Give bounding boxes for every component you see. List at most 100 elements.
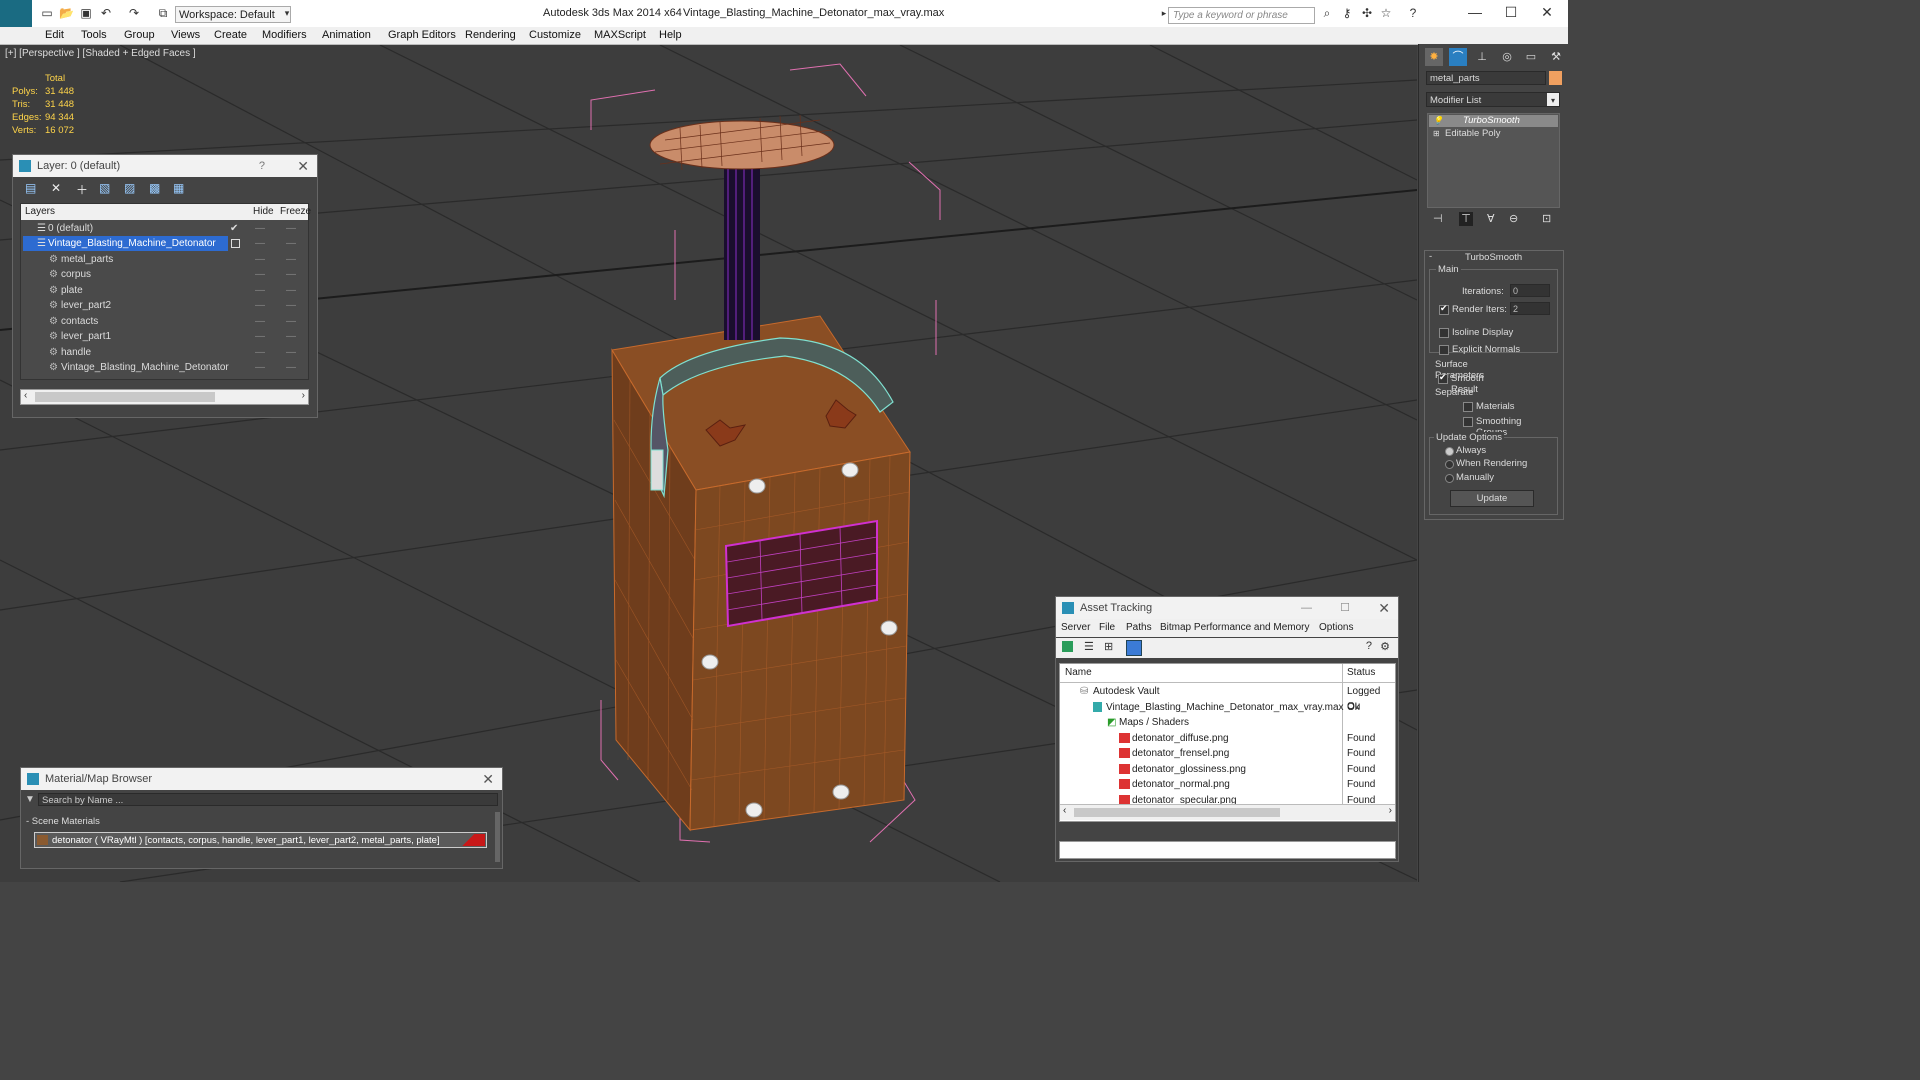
project-folder-icon[interactable]: ⧉: [156, 6, 170, 20]
menu-tools[interactable]: Tools: [81, 29, 107, 41]
app-logo-icon[interactable]: [0, 0, 32, 27]
material-browser-title-bar[interactable]: Material/Map Browser ✕: [21, 768, 502, 790]
col-layers[interactable]: Layers: [25, 204, 55, 220]
delete-layer-icon[interactable]: ✕: [51, 181, 61, 195]
workspace-dropdown[interactable]: Workspace: Default: [175, 6, 291, 23]
help-icon[interactable]: ?: [259, 155, 265, 177]
close-icon[interactable]: ✕: [1537, 4, 1557, 21]
close-icon[interactable]: ✕: [1378, 597, 1390, 619]
col-hide[interactable]: Hide: [253, 204, 274, 220]
asset-menu-options[interactable]: Options: [1319, 619, 1353, 637]
detail-view-icon[interactable]: ⊞: [1104, 640, 1113, 653]
material-list-item[interactable]: detonator ( VRayMtl ) [contacts, corpus,…: [34, 832, 487, 848]
menu-rendering[interactable]: Rendering: [465, 29, 516, 41]
asset-row[interactable]: Vintage_Blasting_Machine_Detonator_max_v…: [1060, 700, 1395, 715]
save-file-icon[interactable]: ▣: [79, 6, 93, 20]
stack-item-turbosmooth[interactable]: 💡 TurboSmooth: [1429, 115, 1558, 127]
asset-path-field[interactable]: [1059, 841, 1396, 859]
material-search-input[interactable]: Search by Name ...: [38, 793, 498, 806]
modify-tab-icon[interactable]: ⌒: [1449, 48, 1467, 66]
always-radio[interactable]: [1445, 447, 1454, 456]
new-file-icon[interactable]: ▭: [40, 6, 54, 20]
redo-icon[interactable]: ↷: [127, 6, 141, 20]
pin-stack-icon[interactable]: ⊣: [1433, 212, 1443, 225]
light-bulb-icon[interactable]: 💡: [1433, 115, 1443, 127]
undo-icon[interactable]: ↶: [99, 6, 113, 20]
asset-row[interactable]: ⛁ Autodesk Vault Logged Ou: [1060, 684, 1395, 712]
isoline-checkbox[interactable]: [1439, 328, 1449, 338]
rollout-header[interactable]: - TurboSmooth: [1425, 251, 1563, 263]
chevron-down-icon[interactable]: ▾: [280, 6, 294, 20]
refresh-icon[interactable]: [1062, 641, 1073, 652]
close-icon[interactable]: ✕: [482, 768, 494, 790]
browser-options-icon[interactable]: ▼: [25, 794, 35, 805]
scene-materials-group[interactable]: - Scene Materials: [26, 816, 494, 828]
show-end-result-icon[interactable]: ⊤: [1459, 212, 1473, 226]
create-layer-icon[interactable]: ▤: [25, 181, 36, 195]
utilities-tab-icon[interactable]: ⚒: [1547, 48, 1565, 66]
search-input[interactable]: Type a keyword or phrase: [1168, 7, 1315, 24]
when-rendering-radio[interactable]: [1445, 460, 1454, 469]
object-row[interactable]: ⚙ lever_part2— —: [21, 298, 308, 313]
layer-row-selected[interactable]: ☰ Vintage_Blasting_Machine_Detonator — —: [21, 236, 308, 251]
list-view-icon[interactable]: ☰: [1084, 640, 1094, 653]
star-icon[interactable]: ☆: [1379, 6, 1393, 20]
col-freeze[interactable]: Freeze: [280, 204, 311, 220]
motion-tab-icon[interactable]: ◎: [1498, 48, 1516, 66]
scroll-left-icon[interactable]: ‹: [1063, 805, 1066, 816]
object-row[interactable]: ⚙ corpus — —: [21, 267, 308, 282]
asset-menu-file[interactable]: File: [1099, 619, 1115, 637]
object-name-field[interactable]: metal_parts: [1426, 71, 1546, 85]
manually-radio[interactable]: [1445, 474, 1454, 483]
minimize-icon[interactable]: —: [1465, 4, 1485, 20]
scroll-thumb[interactable]: [35, 392, 215, 402]
hide-all-icon[interactable]: ▩: [149, 181, 160, 195]
select-objects-icon[interactable]: ▧: [99, 181, 110, 195]
scroll-right-icon[interactable]: ›: [302, 390, 305, 401]
object-row[interactable]: ⚙ Vintage_Blasting_Machine_Detonator — —: [21, 360, 308, 375]
asset-row[interactable]: detonator_glossiness.png Found: [1060, 762, 1395, 777]
scroll-right-icon[interactable]: ›: [1389, 805, 1392, 816]
layer-hscrollbar[interactable]: ‹ ›: [20, 389, 309, 405]
menu-edit[interactable]: Edit: [45, 29, 64, 41]
object-row[interactable]: ⚙ handle — —: [21, 345, 308, 360]
asset-row[interactable]: detonator_normal.png Found: [1060, 777, 1395, 792]
menu-views[interactable]: Views: [171, 29, 200, 41]
scroll-left-icon[interactable]: ‹: [24, 390, 27, 401]
asset-row[interactable]: ◩ Maps / Shaders: [1060, 715, 1395, 730]
menu-create[interactable]: Create: [214, 29, 247, 41]
object-row[interactable]: ⚙ lever_part1— —: [21, 329, 308, 344]
remove-modifier-icon[interactable]: ⊖: [1509, 212, 1518, 225]
asset-hscrollbar[interactable]: ‹ ›: [1060, 804, 1395, 820]
object-row[interactable]: ⚙ plate — —: [21, 283, 308, 298]
update-button[interactable]: Update: [1450, 490, 1534, 507]
minimize-icon[interactable]: —: [1301, 597, 1312, 619]
make-unique-icon[interactable]: ∀: [1487, 212, 1495, 225]
menu-animation[interactable]: Animation: [322, 29, 371, 41]
smoothing-groups-checkbox[interactable]: [1463, 417, 1473, 427]
menu-graph-editors[interactable]: Graph Editors: [388, 29, 456, 41]
binoculars-icon[interactable]: ⌕: [1320, 6, 1334, 20]
object-row[interactable]: ⚙ contacts — —: [21, 314, 308, 329]
help-icon[interactable]: ?: [1406, 6, 1420, 20]
menu-modifiers[interactable]: Modifiers: [262, 29, 307, 41]
asset-menu-bitmap[interactable]: Bitmap Performance and Memory: [1160, 619, 1310, 637]
stack-item-editable-poly[interactable]: ⊞ Editable Poly: [1429, 128, 1558, 140]
table-view-icon[interactable]: [1126, 640, 1142, 656]
expand-icon[interactable]: ⊞: [1433, 128, 1440, 140]
materials-checkbox[interactable]: [1463, 402, 1473, 412]
hierarchy-tab-icon[interactable]: ⊥: [1473, 48, 1491, 66]
settings-icon[interactable]: ⚙: [1380, 640, 1390, 653]
key-icon[interactable]: ⚷: [1340, 6, 1354, 20]
modifier-list-dropdown[interactable]: Modifier List ▾: [1426, 92, 1560, 107]
object-color-swatch[interactable]: [1549, 71, 1562, 85]
maximize-icon[interactable]: ☐: [1501, 4, 1521, 21]
col-name[interactable]: Name: [1065, 664, 1092, 682]
layer-dialog-title-bar[interactable]: Layer: 0 (default) ? ✕: [13, 155, 317, 177]
asset-row[interactable]: detonator_diffuse.png Found: [1060, 731, 1395, 746]
display-tab-icon[interactable]: ▭: [1522, 48, 1540, 66]
community-icon[interactable]: ✣: [1360, 6, 1374, 20]
maximize-icon[interactable]: ☐: [1340, 597, 1350, 619]
help-icon[interactable]: ?: [1366, 640, 1372, 652]
viewport-label[interactable]: [+] [Perspective ] [Shaded + Edged Faces…: [5, 48, 196, 59]
